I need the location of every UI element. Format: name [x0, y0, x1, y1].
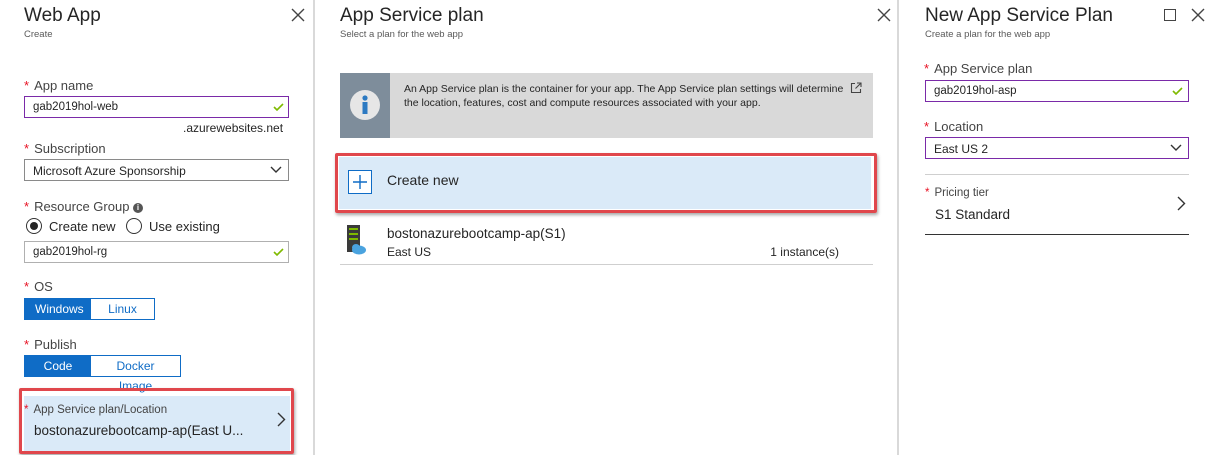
pricing-tier-value: S1 Standard — [935, 207, 1011, 222]
info-icon[interactable]: i — [133, 203, 143, 213]
info-banner-icon-bg — [340, 73, 390, 138]
close-icon[interactable] — [876, 7, 892, 23]
pricing-tier-label: * Pricing tier — [925, 187, 989, 199]
subscription-dropdown[interactable]: Microsoft Azure Sponsorship — [24, 159, 289, 181]
maximize-icon[interactable] — [1164, 9, 1176, 21]
location-label: * Location — [924, 119, 984, 134]
publish-toggle[interactable]: Code Docker Image — [24, 355, 181, 393]
os-option-linux[interactable]: Linux — [91, 299, 154, 319]
publish-option-code[interactable]: Code — [25, 356, 91, 376]
info-banner: An App Service plan is the container for… — [340, 73, 873, 138]
plan-name: bostonazurebootcamp-ap(S1) — [387, 226, 566, 241]
divider — [925, 174, 1189, 175]
close-icon[interactable] — [290, 7, 306, 23]
plan-instances: 1 instance(s) — [770, 245, 839, 259]
resource-group-label: * Resource Group — [24, 199, 130, 214]
radio-use-existing-label[interactable]: Use existing — [149, 219, 220, 234]
blade-subtitle: Create a plan for the web app — [925, 29, 1051, 40]
blade-subtitle: Create — [24, 29, 53, 40]
checkmark-icon — [273, 103, 284, 111]
plan-name-input[interactable] — [925, 80, 1189, 102]
checkmark-icon — [273, 248, 284, 256]
location-value: East US 2 — [934, 142, 989, 156]
os-option-windows[interactable]: Windows — [25, 299, 91, 319]
app-service-plan-icon — [347, 225, 366, 255]
subscription-label: * Subscription — [24, 141, 106, 156]
checkmark-icon — [1172, 87, 1183, 95]
close-icon[interactable] — [1190, 7, 1206, 23]
web-app-blade: Web App Create *App name .azurewebsites.… — [0, 0, 313, 455]
blade-title: New App Service Plan — [925, 5, 1113, 26]
radio-create-new[interactable] — [26, 218, 42, 234]
chevron-down-icon — [1170, 144, 1182, 151]
chevron-right-icon — [1177, 196, 1186, 211]
publish-option-docker[interactable]: Docker Image — [91, 356, 180, 393]
blade-title: Web App — [24, 5, 101, 26]
app-name-input[interactable] — [24, 96, 289, 118]
radio-create-new-label[interactable]: Create new — [49, 219, 115, 234]
radio-use-existing[interactable] — [126, 218, 142, 234]
highlight-box — [335, 153, 877, 213]
new-app-service-plan-blade: New App Service Plan Create a plan for t… — [899, 0, 1214, 455]
os-toggle[interactable]: Windows Linux — [24, 298, 155, 320]
resource-group-input[interactable] — [24, 241, 289, 263]
plan-location: East US — [387, 245, 432, 259]
publish-label: * Publish — [24, 337, 77, 352]
info-icon — [350, 90, 380, 120]
highlight-box — [19, 388, 294, 454]
external-link-icon[interactable] — [850, 82, 862, 94]
info-text: An App Service plan is the container for… — [404, 83, 844, 109]
blade-title: App Service plan — [340, 5, 484, 26]
app-service-plan-blade: App Service plan Select a plan for the w… — [315, 0, 897, 455]
domain-suffix: .azurewebsites.net — [183, 121, 284, 135]
os-label: * OS — [24, 279, 53, 294]
location-dropdown[interactable]: East US 2 — [925, 137, 1189, 159]
plan-list-item[interactable]: bostonazurebootcamp-ap(S1) East US 1 ins… — [340, 218, 873, 265]
blade-subtitle: Select a plan for the web app — [340, 29, 464, 40]
subscription-value: Microsoft Azure Sponsorship — [33, 164, 186, 178]
app-name-label: * App name — [24, 78, 94, 93]
chevron-down-icon — [270, 166, 282, 173]
pricing-tier-row[interactable]: * Pricing tier S1 Standard — [925, 181, 1189, 235]
plan-name-label: * App Service plan — [924, 61, 1033, 76]
